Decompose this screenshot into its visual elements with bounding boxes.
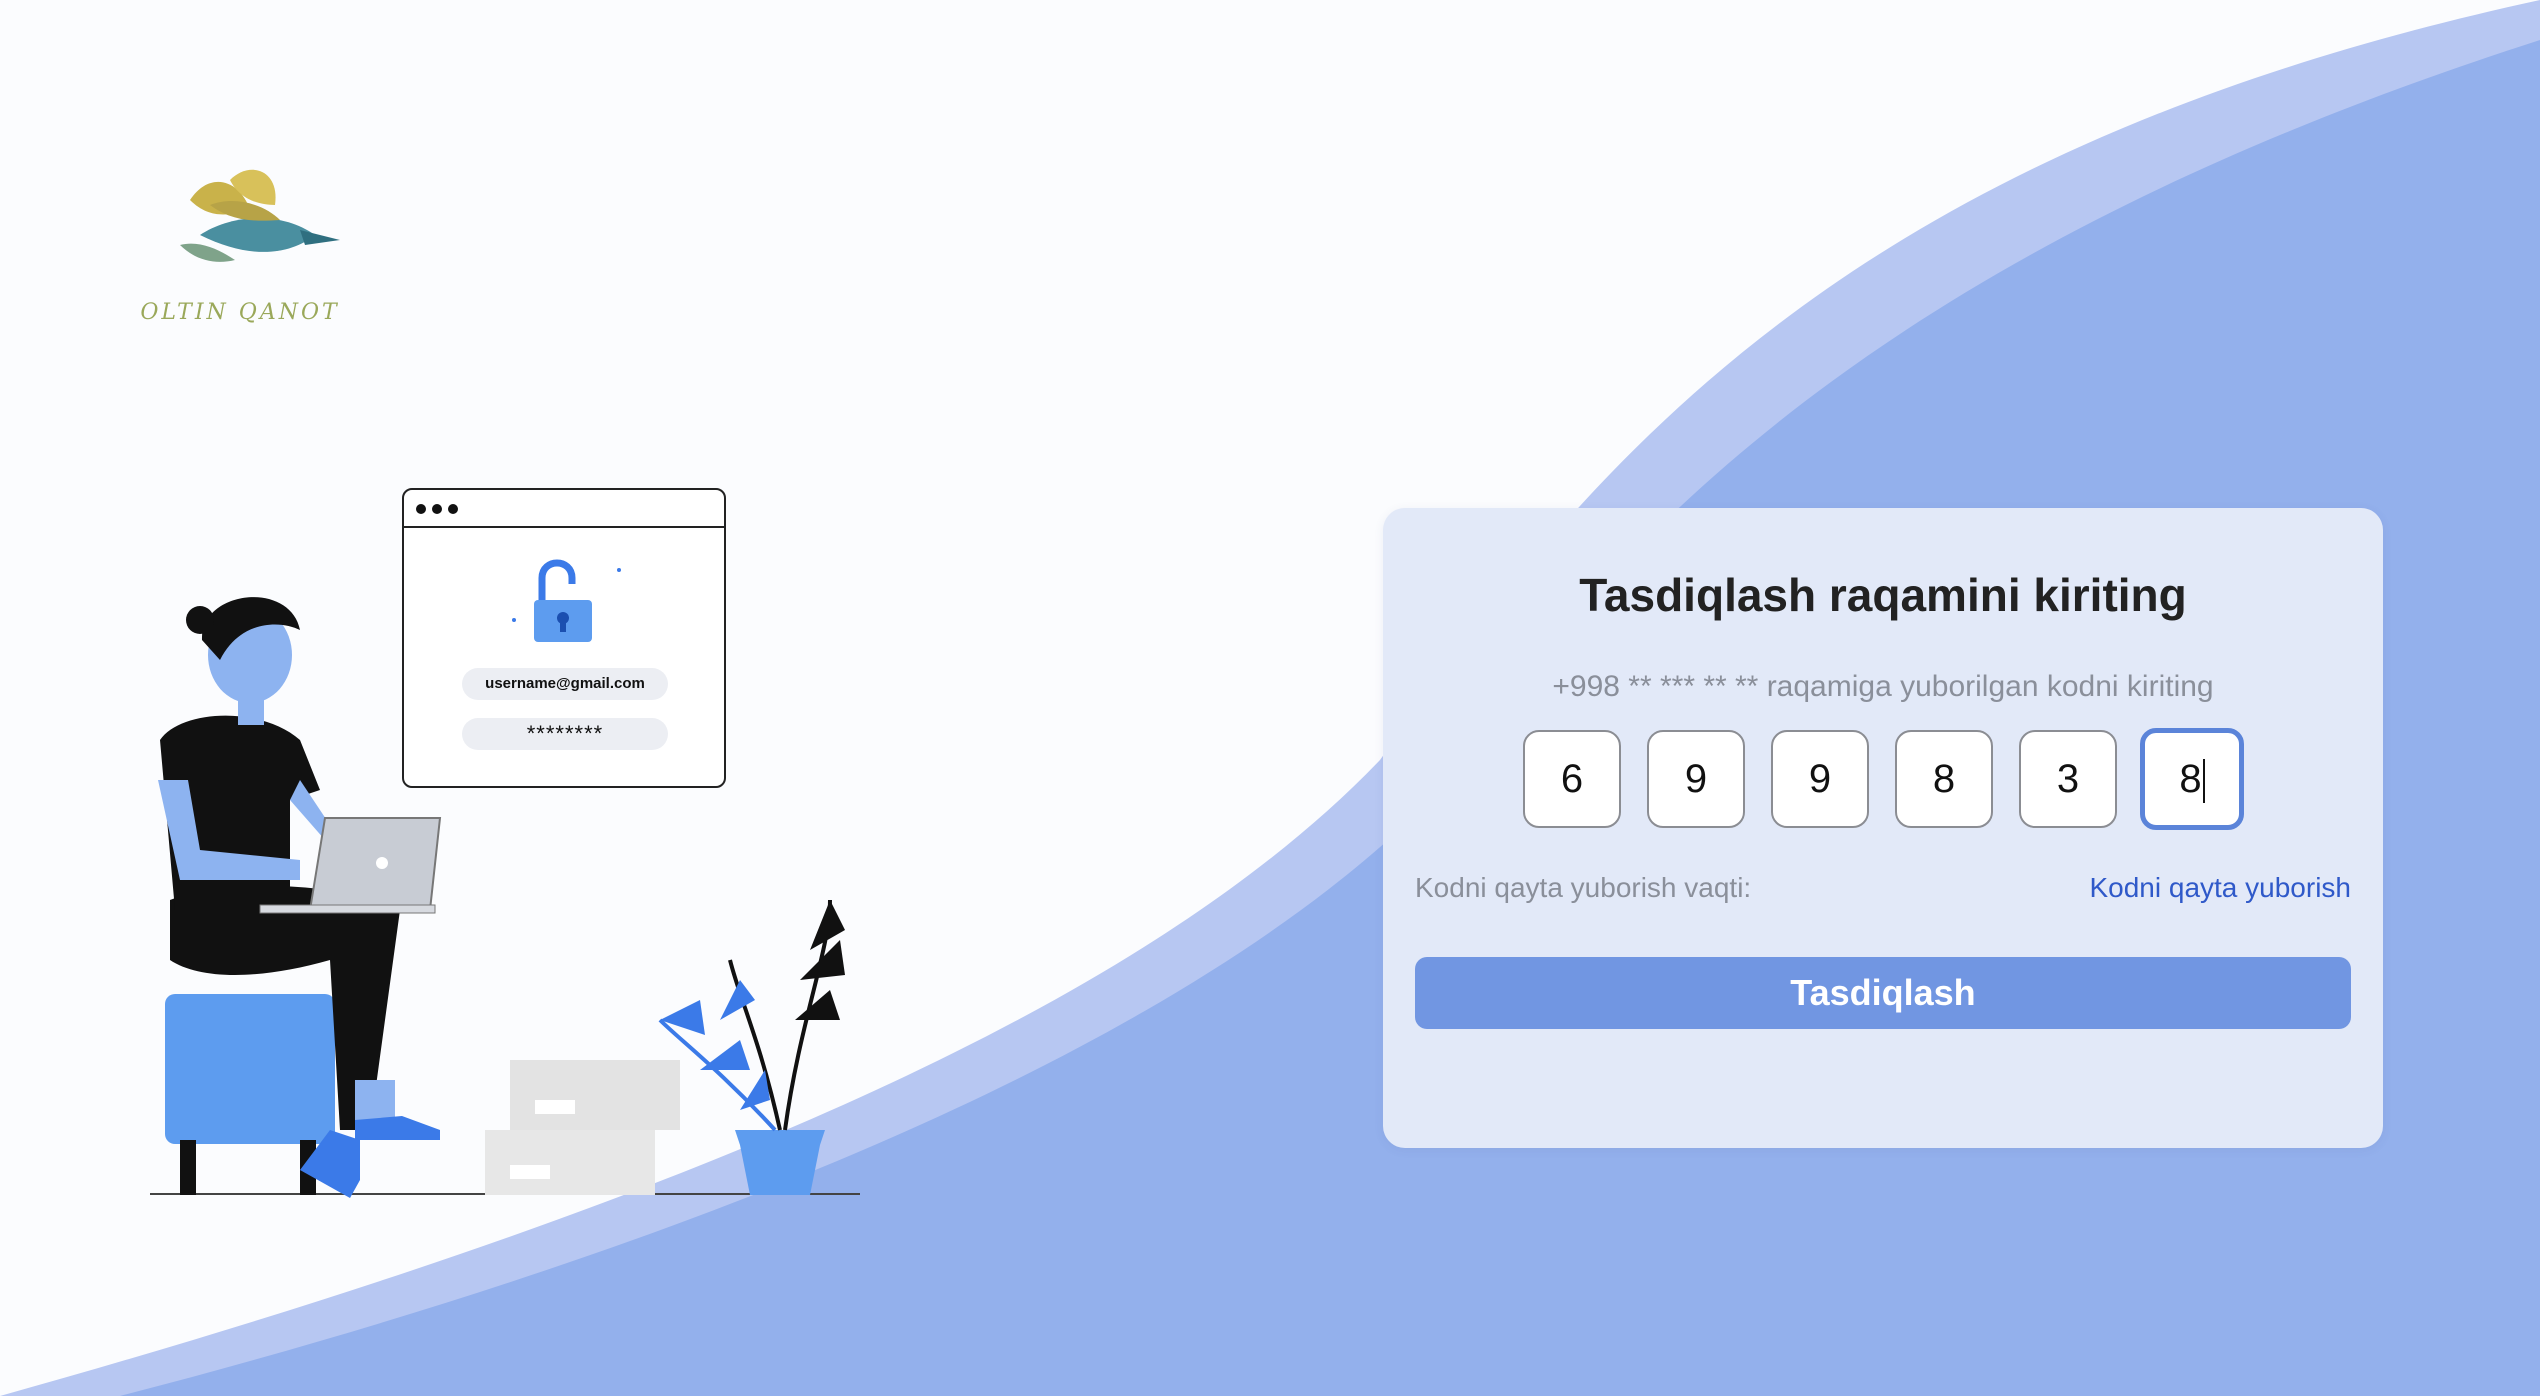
browser-title-bar: [404, 490, 724, 528]
window-dot-icon: [432, 504, 442, 514]
card-title: Tasdiqlash raqamini kiriting: [1579, 569, 2187, 621]
window-dot-icon: [416, 504, 426, 514]
login-illustration: username@gmail.com ********: [140, 480, 880, 1200]
bird-icon: [180, 169, 340, 262]
confirm-button[interactable]: Tasdiqlash: [1415, 957, 2351, 1029]
logo-text: OLTIN QANOT: [140, 300, 340, 325]
brand-logo: OLTIN QANOT: [140, 160, 360, 340]
otp-input-group: 6 9 9 8 3 8: [1523, 720, 2263, 830]
resend-code-link[interactable]: Kodni qayta yuborish: [2089, 872, 2351, 904]
window-dot-icon: [448, 504, 458, 514]
illustration-email-field: username@gmail.com: [462, 668, 668, 700]
unlocked-padlock-icon: [512, 559, 621, 642]
otp-digit-input-2[interactable]: 9: [1647, 730, 1745, 828]
illustration-password-field: ********: [462, 718, 668, 750]
otp-digit-input-1[interactable]: 6: [1523, 730, 1621, 828]
resend-timer-label: Kodni qayta yuborish vaqti:: [1415, 872, 1752, 903]
text-caret: [2202, 759, 2205, 804]
login-browser-window-illustration: username@gmail.com ********: [402, 488, 726, 788]
otp-digit-value: 8: [2179, 757, 2202, 801]
otp-digit-input-5[interactable]: 3: [2019, 730, 2117, 828]
otp-digit-input-4[interactable]: 8: [1895, 730, 1993, 828]
verification-card: Tasdiqlash raqamini kiriting +998 ** ***…: [1383, 508, 2383, 1148]
otp-digit-input-3[interactable]: 9: [1771, 730, 1869, 828]
card-subtitle: +998 ** *** ** ** raqamiga yuborilgan ko…: [1552, 670, 2214, 703]
otp-digit-input-6[interactable]: 8: [2140, 728, 2244, 830]
